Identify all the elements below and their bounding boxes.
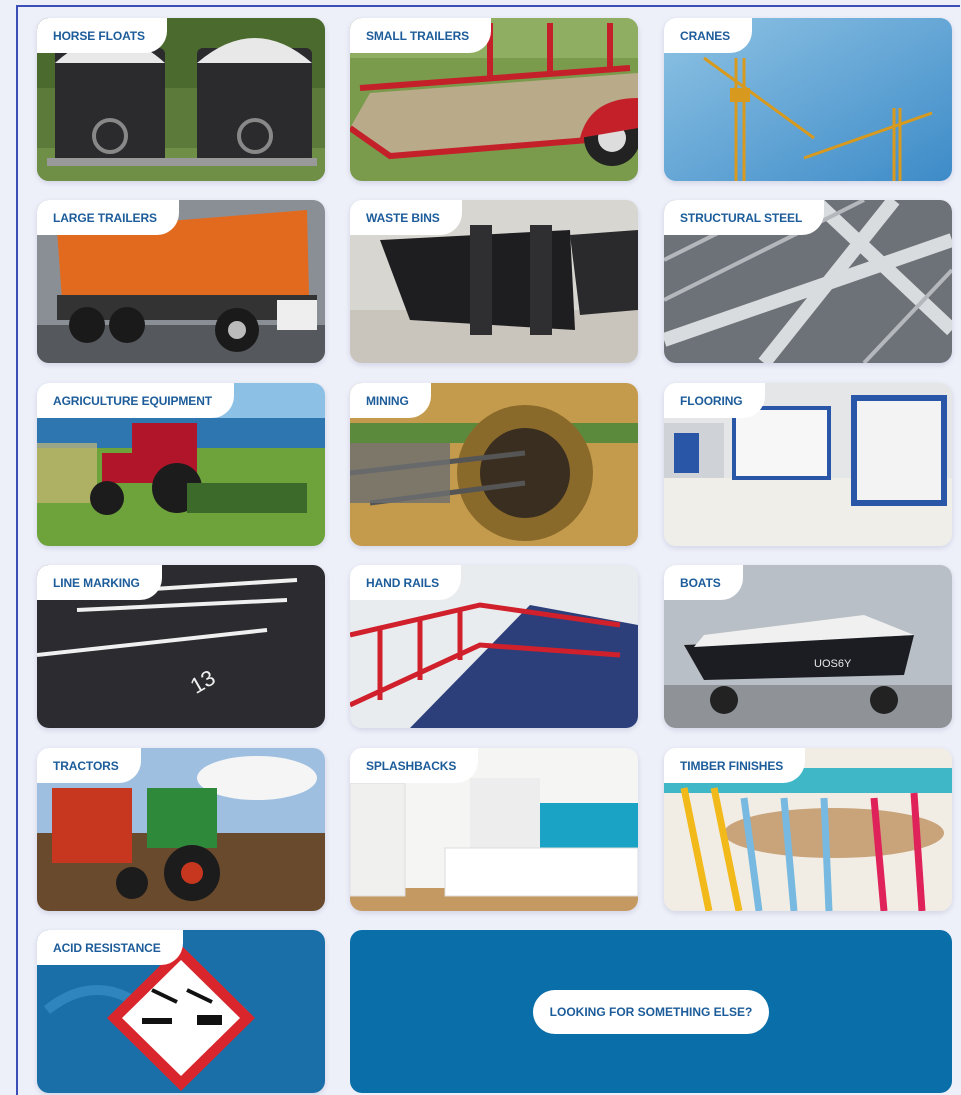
category-card-flooring[interactable]: FLOORING: [664, 383, 952, 546]
category-card-hand-rails[interactable]: HAND RAILS: [350, 565, 638, 728]
category-card-mining[interactable]: MINING: [350, 383, 638, 546]
category-label: LINE MARKING: [37, 565, 162, 600]
looking-for-something-else-button[interactable]: LOOKING FOR SOMETHING ELSE?: [532, 989, 770, 1034]
category-label: SPLASHBACKS: [350, 748, 479, 783]
category-label: SMALL TRAILERS: [350, 18, 492, 53]
category-card-splashbacks[interactable]: SPLASHBACKS: [350, 748, 638, 911]
svg-text:UOS6Y: UOS6Y: [814, 658, 852, 670]
category-label: BOATS: [664, 565, 743, 600]
category-label: WASTE BINS: [350, 200, 462, 235]
category-card-timber-finishes[interactable]: TIMBER FINISHES: [664, 748, 952, 911]
category-card-small-trailers[interactable]: SMALL TRAILERS: [350, 18, 638, 181]
category-label: LARGE TRAILERS: [37, 200, 179, 235]
category-label: CRANES: [664, 18, 753, 53]
category-card-tractors[interactable]: TRACTORS: [37, 748, 325, 911]
category-card-acid-resistance[interactable]: ACID RESISTANCE: [37, 930, 325, 1093]
category-card-horse-floats[interactable]: HORSE FLOATS: [37, 18, 325, 181]
category-card-waste-bins[interactable]: WASTE BINS: [350, 200, 638, 363]
category-label: MINING: [350, 383, 431, 418]
category-label: AGRICULTURE EQUIPMENT: [37, 383, 235, 418]
category-label: HORSE FLOATS: [37, 18, 167, 53]
category-card-agriculture-equipment[interactable]: AGRICULTURE EQUIPMENT: [37, 383, 325, 546]
category-label: TRACTORS: [37, 748, 141, 783]
category-card-boats[interactable]: UOS6Y BOATS: [664, 565, 952, 728]
category-label: STRUCTURAL STEEL: [664, 200, 825, 235]
category-label: ACID RESISTANCE: [37, 930, 183, 965]
category-card-large-trailers[interactable]: LARGE TRAILERS: [37, 200, 325, 363]
category-card-line-marking[interactable]: 13 LINE MARKING: [37, 565, 325, 728]
category-card-structural-steel[interactable]: STRUCTURAL STEEL: [664, 200, 952, 363]
category-label: HAND RAILS: [350, 565, 461, 600]
looking-for-something-else-panel: LOOKING FOR SOMETHING ELSE?: [350, 930, 952, 1093]
category-label: FLOORING: [664, 383, 765, 418]
category-card-cranes[interactable]: CRANES: [664, 18, 952, 181]
category-label: TIMBER FINISHES: [664, 748, 806, 783]
